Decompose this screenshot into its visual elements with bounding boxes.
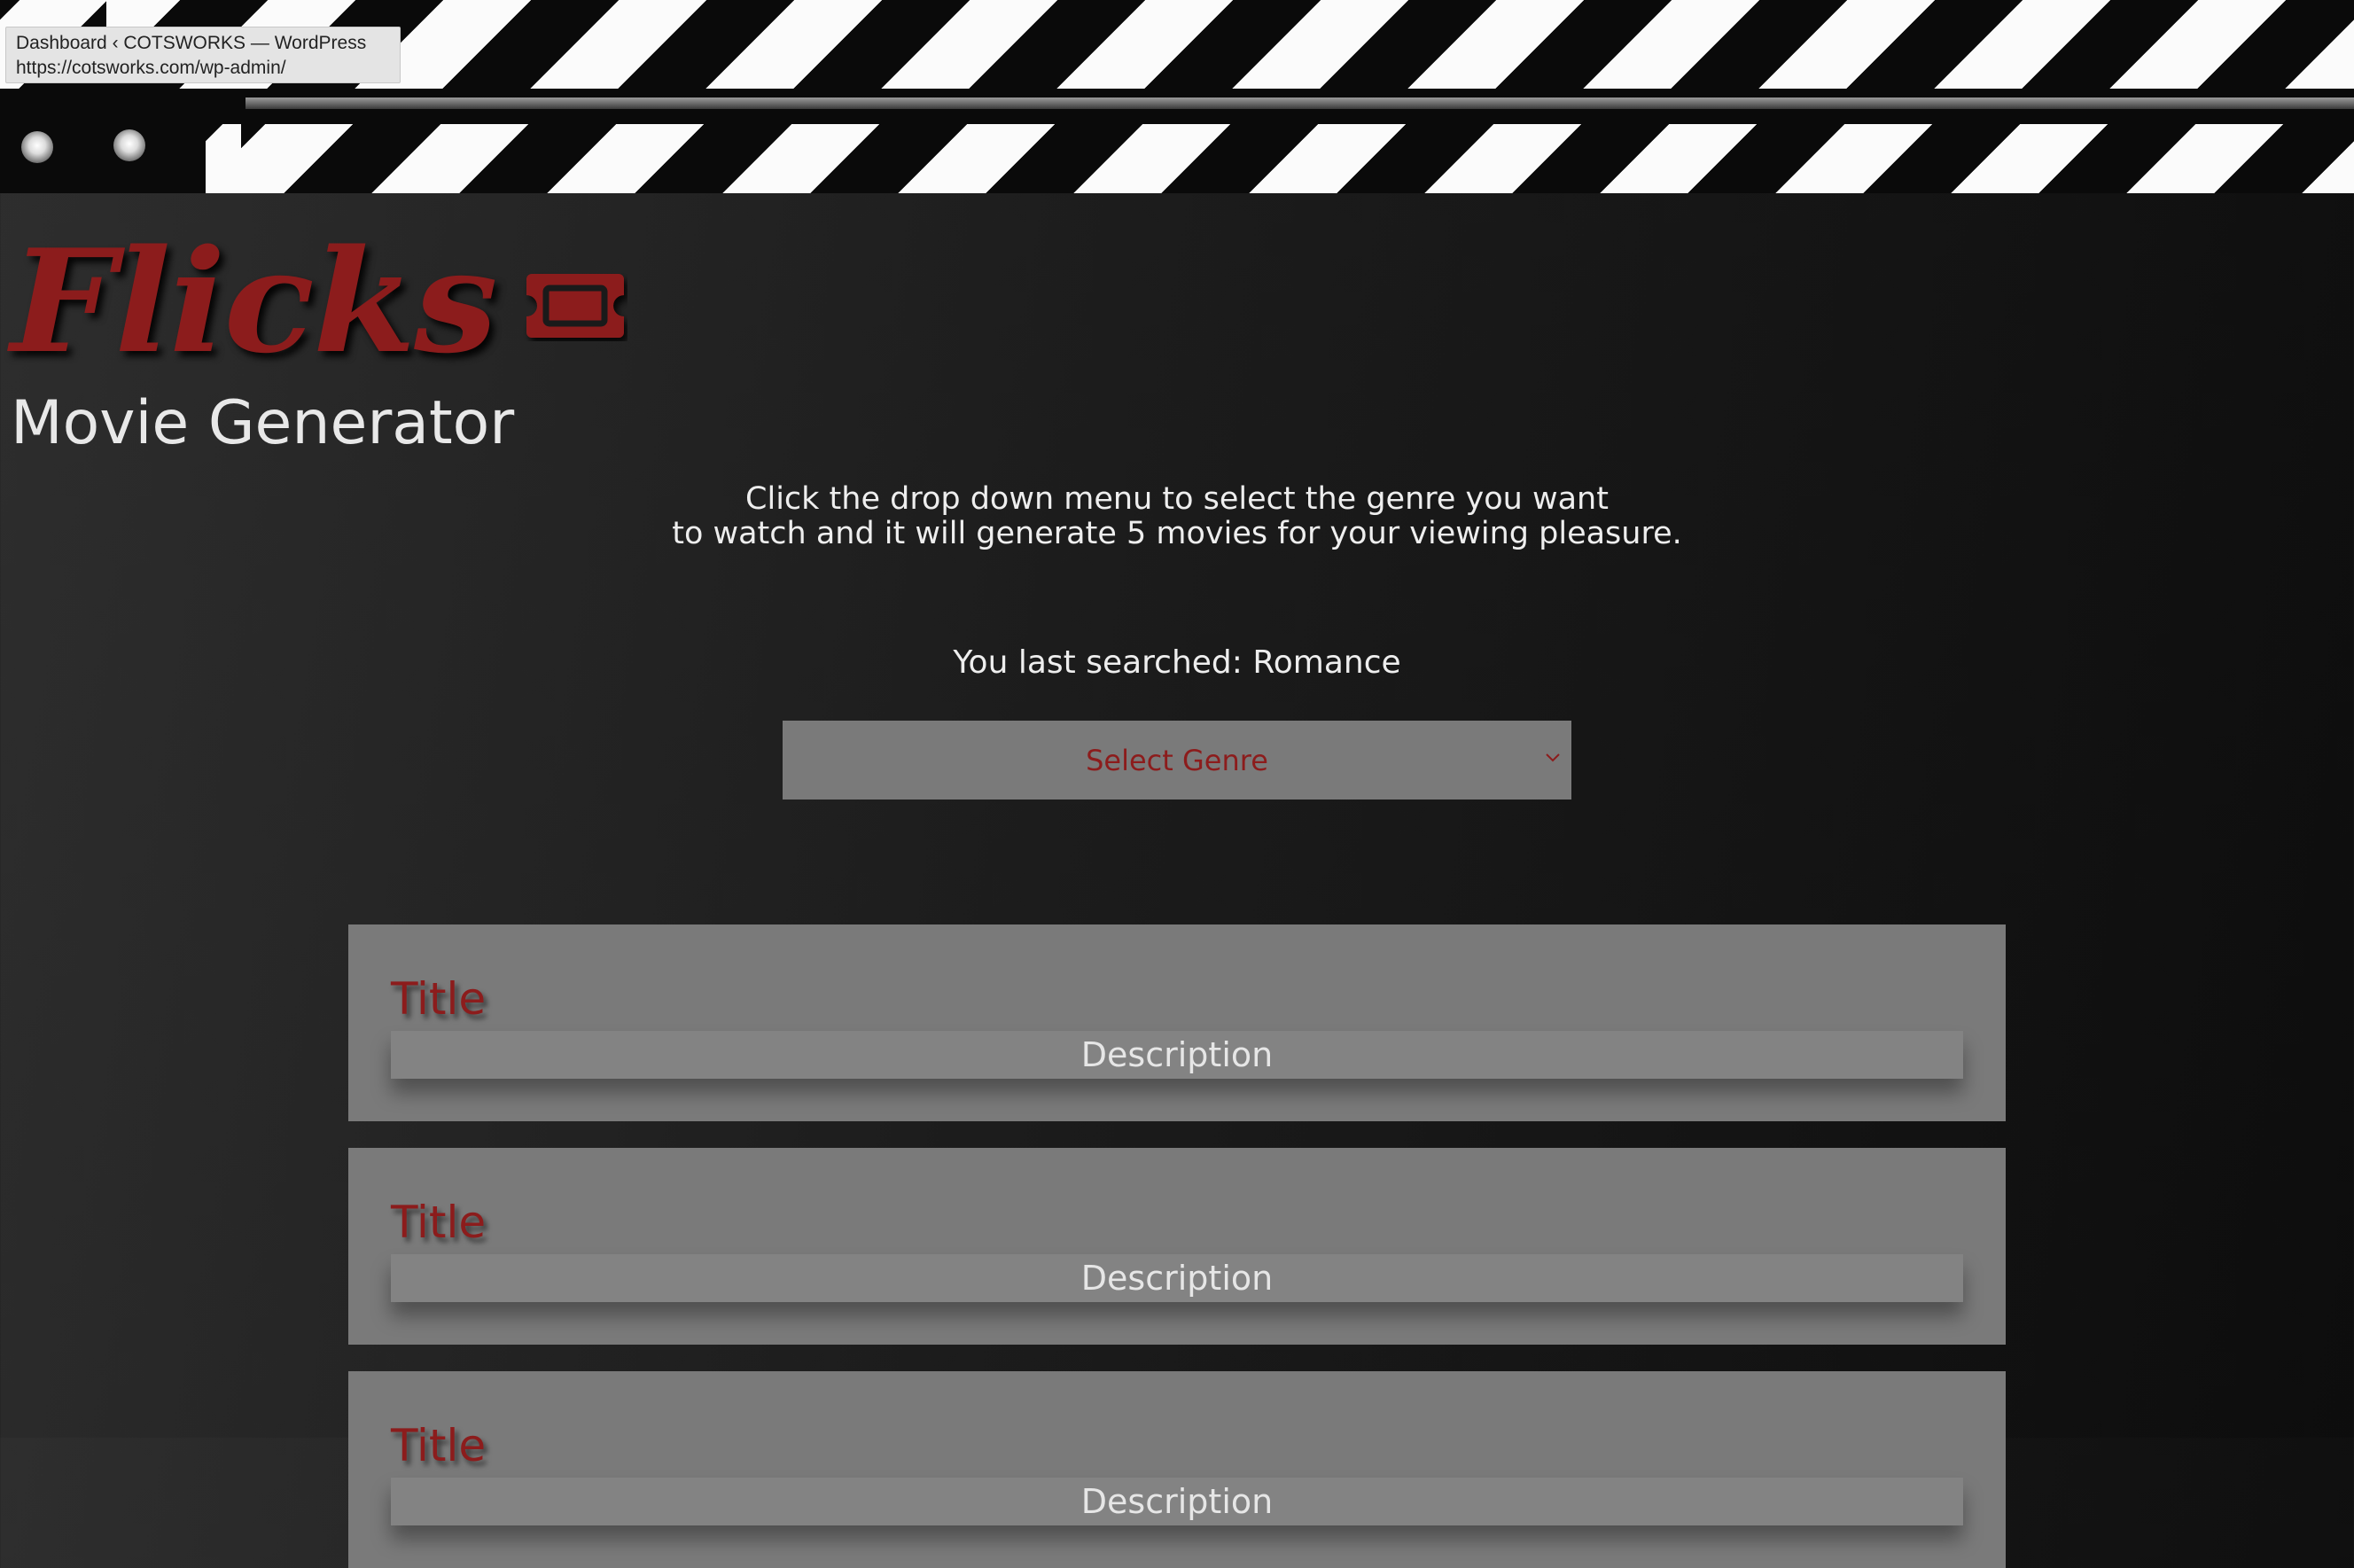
- movie-title: Title: [391, 1197, 487, 1248]
- clapper-stripes-bottom: [206, 124, 2354, 193]
- movie-card: Title Description: [348, 924, 2006, 1121]
- movie-card: Title Description: [348, 1371, 2006, 1568]
- movie-card: Title Description: [348, 1148, 2006, 1345]
- movie-title: Title: [391, 973, 487, 1025]
- clapper-hinge-bar: [246, 98, 2354, 109]
- genre-select-value: Select Genre: [1086, 743, 1268, 777]
- page-subtitle: Movie Generator: [11, 388, 515, 458]
- last-searched-text: You last searched: Romance: [953, 644, 1401, 681]
- tooltip-title: Dashboard ‹ COTSWORKS — WordPress: [16, 33, 367, 53]
- chevron-down-icon: [1546, 753, 1560, 762]
- logo-text: Flicks: [11, 218, 498, 385]
- movie-title: Title: [391, 1420, 487, 1471]
- site-logo[interactable]: Flicks: [11, 222, 498, 372]
- ticket-icon: [526, 274, 624, 338]
- intro-text: Click the drop down menu to select the g…: [0, 482, 2354, 551]
- genre-select[interactable]: Select Genre: [783, 721, 1571, 800]
- intro-line-2: to watch and it will generate 5 movies f…: [672, 516, 1682, 551]
- clapper-bolt-icon: [21, 131, 53, 163]
- movie-description: Description: [391, 1478, 1963, 1525]
- tooltip-url: https://cotsworks.com/wp-admin/: [16, 58, 286, 78]
- movie-description: Description: [391, 1254, 1963, 1302]
- movie-description: Description: [391, 1031, 1963, 1079]
- intro-line-1: Click the drop down menu to select the g…: [745, 481, 1609, 517]
- clapper-bolt-icon: [113, 129, 145, 161]
- link-tooltip: Dashboard ‹ COTSWORKS — WordPress https:…: [5, 27, 401, 83]
